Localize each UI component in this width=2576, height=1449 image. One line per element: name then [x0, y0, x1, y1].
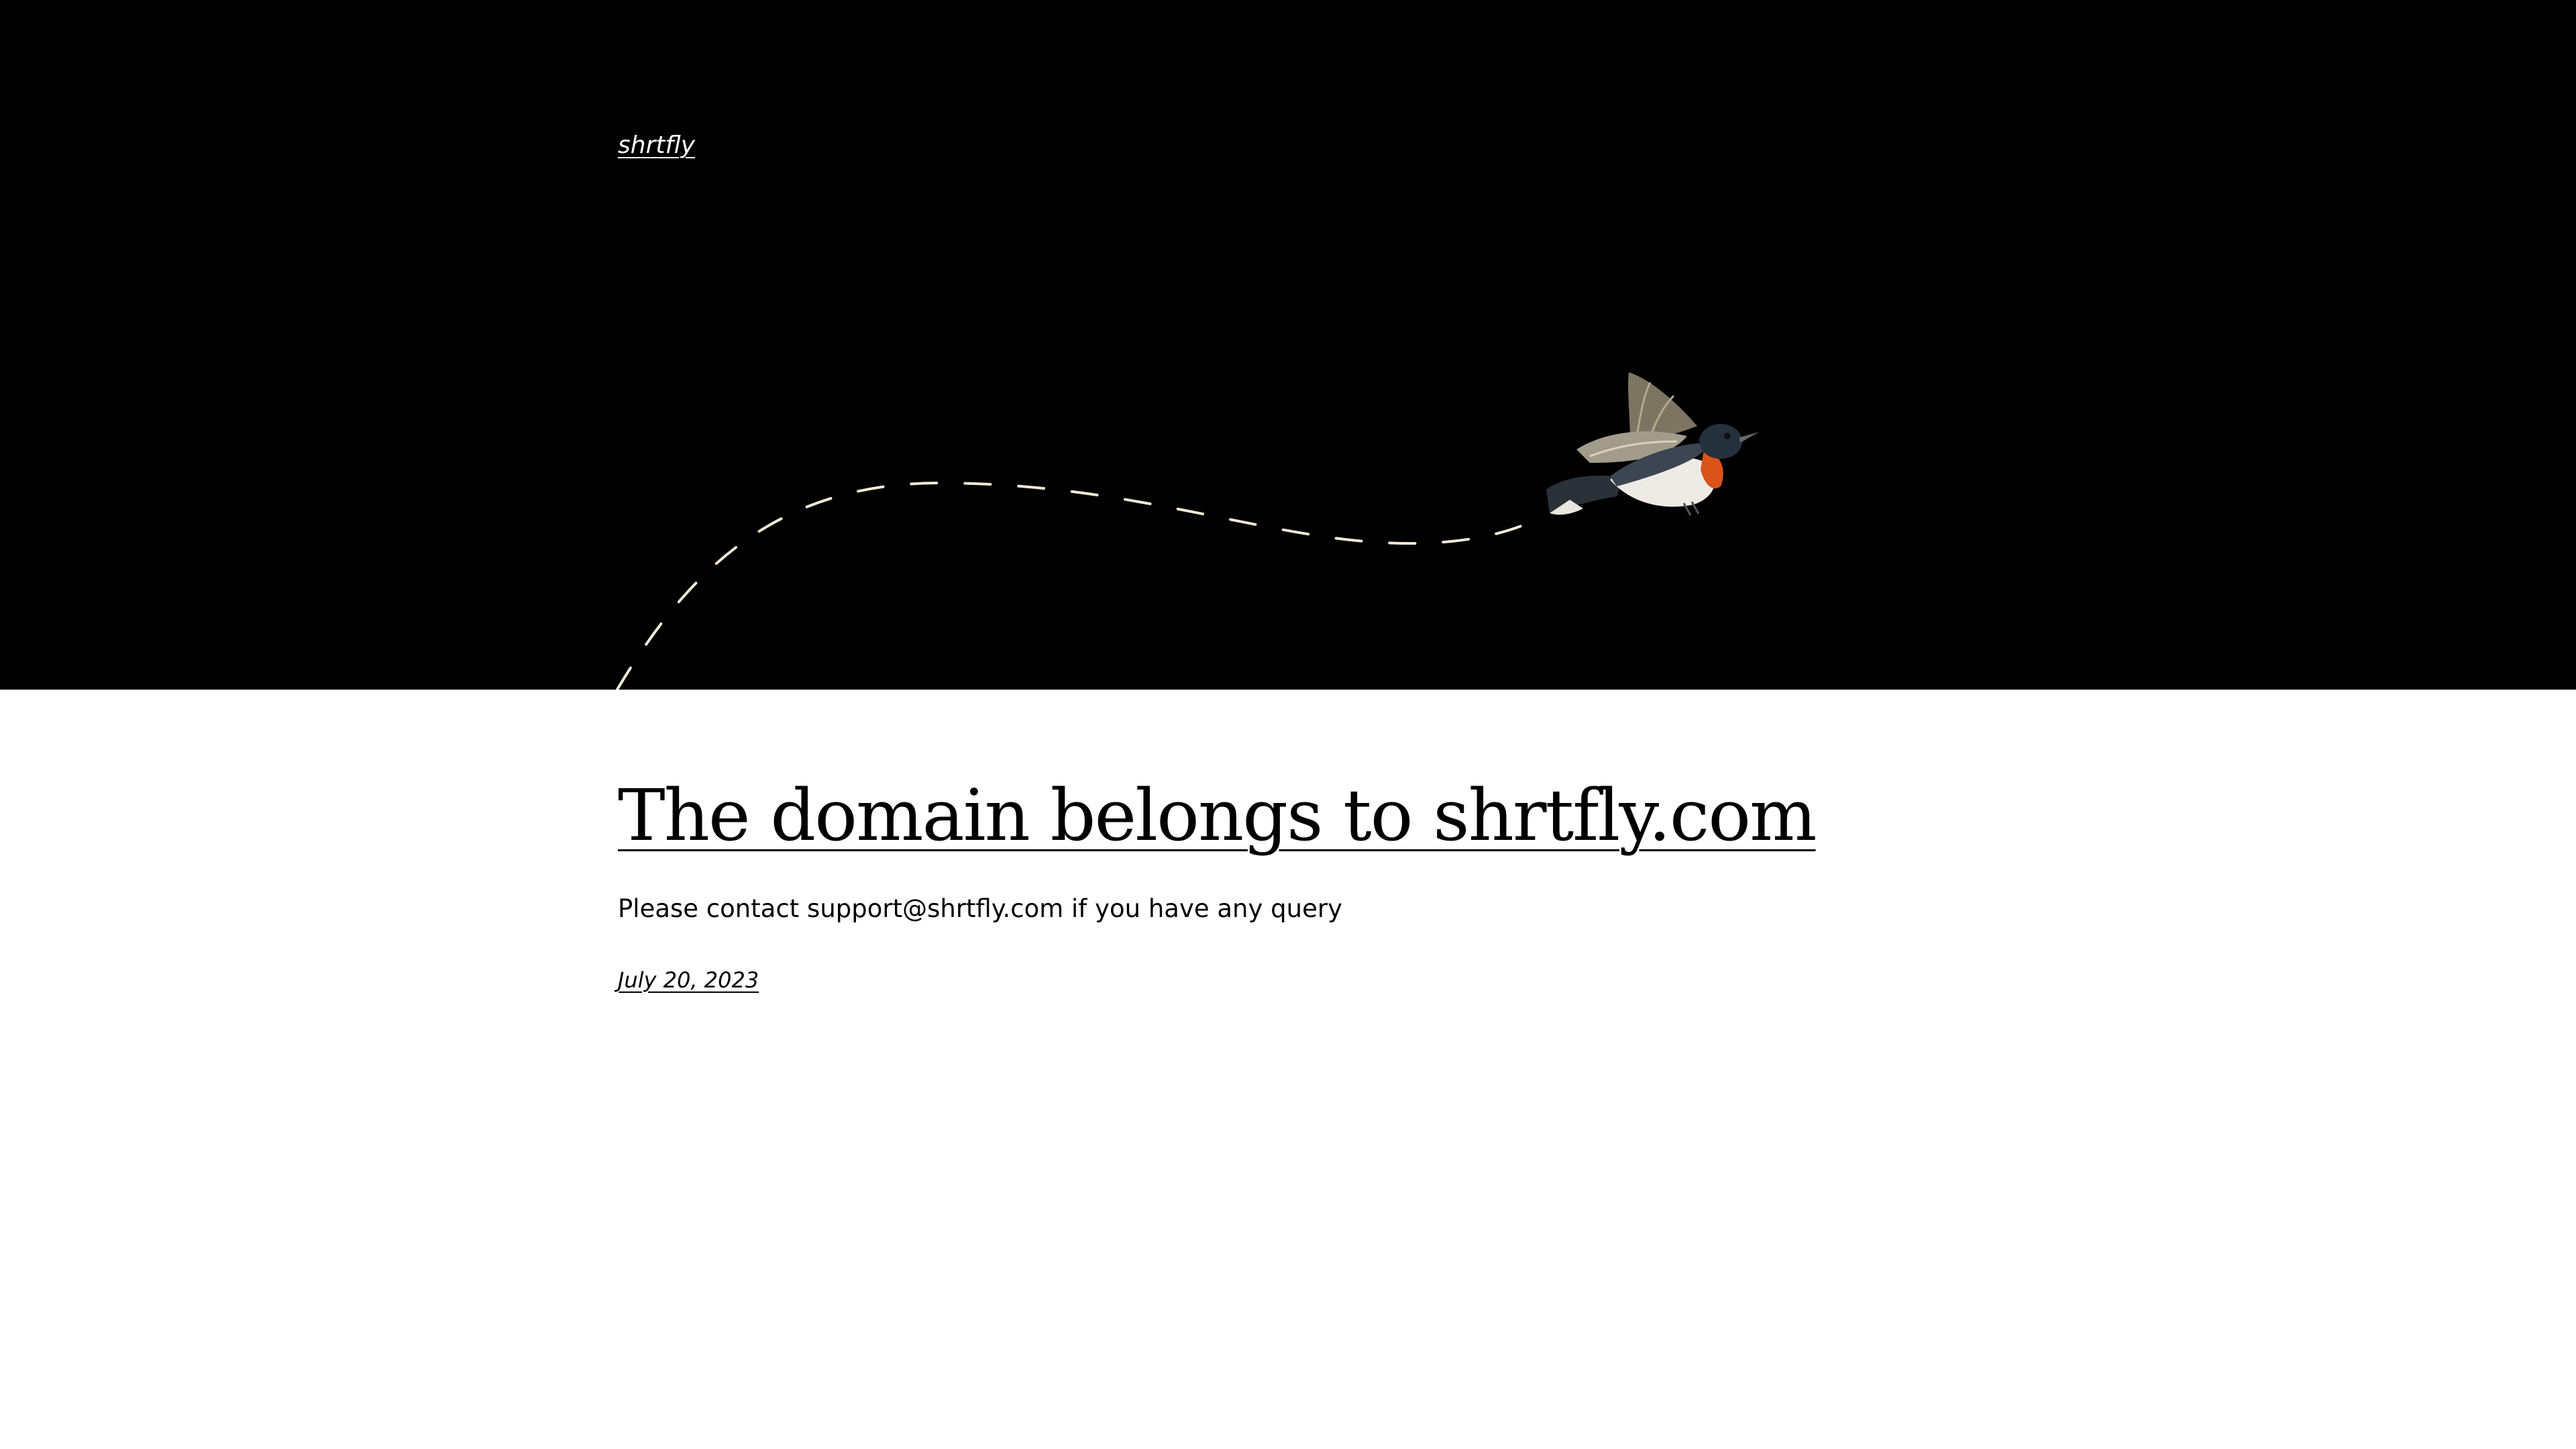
site-header: shrtfly — [0, 0, 2576, 690]
dashed-flight-path-icon — [616, 481, 1544, 690]
bird-icon — [1546, 372, 1759, 516]
post-excerpt: Please contact support@shrtfly.com if yo… — [618, 894, 1342, 923]
post-content: The domain belongs to shrtfly.com Please… — [618, 771, 1960, 993]
post-title-link[interactable]: The domain belongs to shrtfly.com — [618, 774, 1817, 857]
post-date-link[interactable]: July 20, 2023 — [618, 967, 759, 993]
post-title: The domain belongs to shrtfly.com — [618, 771, 1960, 861]
